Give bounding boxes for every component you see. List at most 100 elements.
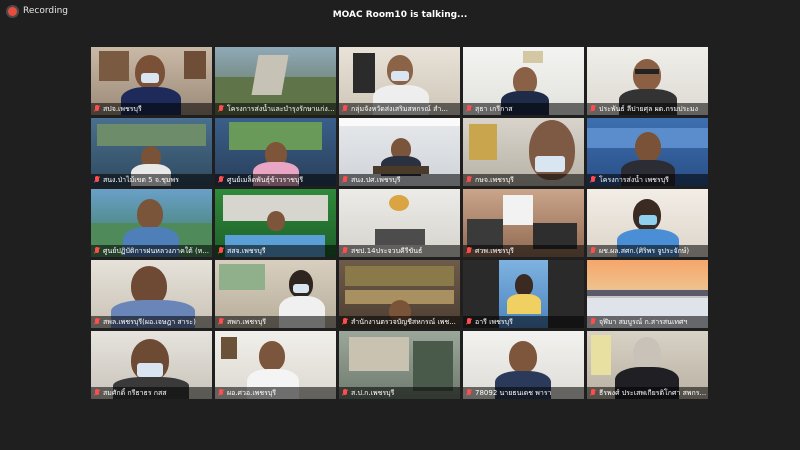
participant-tile[interactable]: สปจ.เพชรบุรี: [91, 47, 212, 115]
participant-tile[interactable]: สนง.ปศ.เพชรบุรี: [339, 118, 460, 186]
mic-muted-icon: [590, 105, 596, 113]
participant-name-bar: สสจ.เพชรบุรี: [215, 245, 336, 257]
mic-muted-icon: [94, 105, 100, 113]
participant-name-bar: สุธา เกรีกาส: [463, 103, 584, 115]
participant-tile[interactable]: กษจ.เพชรบุรี: [463, 118, 584, 186]
participant-name: กลุ่มจังหวัดส่งเสริมสหกรณ์ สำ...: [351, 104, 448, 113]
participant-name: ศูนย์เมล็ดพันธุ์ข้าวราชบุรี: [227, 175, 304, 184]
participant-tile[interactable]: สนง.ป่าไม้เขต 5 จ.ชุมพร: [91, 118, 212, 186]
participant-name: สมศักดิ์ กรีธาธร กสส: [103, 388, 167, 397]
participant-name-bar: ผช.ผล.สศก.(ศิริพร จูประจักษ์): [587, 245, 708, 257]
participant-name: ศูนย์ปฏิบัติการฝนหลวงภาคใต้ (ห...: [103, 246, 209, 255]
participant-tile[interactable]: ศูนย์ปฏิบัติการฝนหลวงภาคใต้ (ห...: [91, 189, 212, 257]
participant-tile[interactable]: ธีรพงศ์ ประเสพเกียรติโกศา สพกร...: [587, 331, 708, 399]
participant-name: โครงการส่งน้ำและบำรุงรักษาแก่งก...: [227, 104, 336, 113]
participant-name: สสจ.เพชรบุรี: [227, 246, 266, 255]
mic-muted-icon: [342, 318, 348, 326]
participant-tile[interactable]: อารี เพชรบุรี: [463, 260, 584, 328]
participant-name: ผอ.ศวอ.เพชรบุรี: [227, 388, 277, 397]
mic-muted-icon: [466, 318, 472, 326]
mic-muted-icon: [342, 247, 348, 255]
mic-muted-icon: [94, 318, 100, 326]
participant-name-bar: สพล.เพชรบุรี(ผอ.เจษฎา สาระ): [91, 316, 212, 328]
participant-name: สพล.เพชรบุรี(ผอ.เจษฎา สาระ): [103, 317, 196, 326]
mic-muted-icon: [342, 105, 348, 113]
mic-muted-icon: [218, 247, 224, 255]
participant-name: สปจ.เพชรบุรี: [103, 104, 142, 113]
participant-tile[interactable]: โครงการส่งน้ำและบำรุงรักษาแก่งก...: [215, 47, 336, 115]
participant-tile[interactable]: สพก.เพชรบุรี: [215, 260, 336, 328]
participant-tile[interactable]: ศูนย์เมล็ดพันธุ์ข้าวราชบุรี: [215, 118, 336, 186]
participant-name: สำนักงานตรวจบัญชีสหกรณ์ เพช...: [351, 317, 456, 326]
participant-tile[interactable]: ผอ.ศวอ.เพชรบุรี: [215, 331, 336, 399]
participant-tile[interactable]: ประพันธ์ ลีปายศุล ผต.กรมประมง: [587, 47, 708, 115]
participant-name-bar: ผอ.ศวอ.เพชรบุรี: [215, 387, 336, 399]
participant-tile[interactable]: สุธา เกรีกาส: [463, 47, 584, 115]
participant-name-bar: จุฬิมา สมบูรณ์ ก.สารสนเทศฯ: [587, 316, 708, 328]
participant-name-bar: ประพันธ์ ลีปายศุล ผต.กรมประมง: [587, 103, 708, 115]
participant-name-bar: โครงการส่งน้ำและบำรุงรักษาแก่งก...: [215, 103, 336, 115]
participant-name: สนง.ปศ.เพชรบุรี: [351, 175, 401, 184]
participant-name-bar: สชป.14ประจวบคีรีขันธ์: [339, 245, 460, 257]
participant-name-bar: สมศักดิ์ กรีธาธร กสส: [91, 387, 212, 399]
participant-name: จุฬิมา สมบูรณ์ ก.สารสนเทศฯ: [599, 317, 688, 326]
mic-muted-icon: [218, 318, 224, 326]
active-speaker-label: MOAC Room10 is talking...: [332, 10, 468, 20]
participant-name-bar: ธีรพงศ์ ประเสพเกียรติโกศา สพกร...: [587, 387, 708, 399]
mic-muted-icon: [342, 176, 348, 184]
participant-name: อารี เพชรบุรี: [475, 317, 513, 326]
participant-name-bar: อารี เพชรบุรี: [463, 316, 584, 328]
mic-muted-icon: [218, 105, 224, 113]
participant-name: 78092 นายธนเดช พารา: [475, 388, 552, 397]
participant-name-bar: กลุ่มจังหวัดส่งเสริมสหกรณ์ สำ...: [339, 103, 460, 115]
participant-tile[interactable]: สชป.14ประจวบคีรีขันธ์: [339, 189, 460, 257]
mic-muted-icon: [218, 389, 224, 397]
mic-muted-icon: [466, 105, 472, 113]
mic-muted-icon: [466, 176, 472, 184]
participant-name: สนง.ป่าไม้เขต 5 จ.ชุมพร: [103, 175, 179, 184]
participant-name-bar: สปจ.เพชรบุรี: [91, 103, 212, 115]
participant-tile[interactable]: กลุ่มจังหวัดส่งเสริมสหกรณ์ สำ...: [339, 47, 460, 115]
participant-name-bar: สำนักงานตรวจบัญชีสหกรณ์ เพช...: [339, 316, 460, 328]
mic-muted-icon: [218, 176, 224, 184]
participant-name: กษจ.เพชรบุรี: [475, 175, 514, 184]
participant-name: ธีรพงศ์ ประเสพเกียรติโกศา สพกร...: [599, 388, 707, 397]
top-bar: Recording MOAC Room10 is talking...: [0, 0, 800, 30]
participant-tile[interactable]: 78092 นายธนเดช พารา: [463, 331, 584, 399]
participant-tile[interactable]: สมศักดิ์ กรีธาธร กสส: [91, 331, 212, 399]
participant-name-bar: ศูนย์ปฏิบัติการฝนหลวงภาคใต้ (ห...: [91, 245, 212, 257]
participant-tile[interactable]: สำนักงานตรวจบัญชีสหกรณ์ เพช...: [339, 260, 460, 328]
mic-muted-icon: [94, 389, 100, 397]
mic-muted-icon: [94, 176, 100, 184]
participant-name-bar: สพก.เพชรบุรี: [215, 316, 336, 328]
mic-muted-icon: [590, 318, 596, 326]
participant-name: ผช.ผล.สศก.(ศิริพร จูประจักษ์): [599, 246, 690, 255]
participant-tile[interactable]: สพล.เพชรบุรี(ผอ.เจษฎา สาระ): [91, 260, 212, 328]
participant-name-bar: สนง.ปศ.เพชรบุรี: [339, 174, 460, 186]
participant-name: ศวพ.เพชรบุรี: [475, 246, 514, 255]
mic-muted-icon: [590, 176, 596, 184]
participant-tile[interactable]: ส.ป.ก.เพชรบุรี: [339, 331, 460, 399]
mic-muted-icon: [466, 389, 472, 397]
participant-tile[interactable]: สสจ.เพชรบุรี: [215, 189, 336, 257]
participant-name: สชป.14ประจวบคีรีขันธ์: [351, 246, 423, 255]
participant-name: สุธา เกรีกาส: [475, 104, 513, 113]
participant-name-bar: 78092 นายธนเดช พารา: [463, 387, 584, 399]
participant-name: ส.ป.ก.เพชรบุรี: [351, 388, 395, 397]
participant-name-bar: ศูนย์เมล็ดพันธุ์ข้าวราชบุรี: [215, 174, 336, 186]
participant-name-bar: โครงการส่งน้ำ เพชรบุรี: [587, 174, 708, 186]
participant-tile[interactable]: โครงการส่งน้ำ เพชรบุรี: [587, 118, 708, 186]
participant-tile[interactable]: จุฬิมา สมบูรณ์ ก.สารสนเทศฯ: [587, 260, 708, 328]
mic-muted-icon: [94, 247, 100, 255]
mic-muted-icon: [590, 389, 596, 397]
video-grid: สปจ.เพชรบุรี โครงการส่งน้ำและบำรุงรักษาแ…: [91, 47, 708, 399]
mic-muted-icon: [466, 247, 472, 255]
participant-name-bar: ศวพ.เพชรบุรี: [463, 245, 584, 257]
participant-tile[interactable]: ผช.ผล.สศก.(ศิริพร จูประจักษ์): [587, 189, 708, 257]
participant-name: โครงการส่งน้ำ เพชรบุรี: [599, 175, 669, 184]
participant-name-bar: กษจ.เพชรบุรี: [463, 174, 584, 186]
participant-tile[interactable]: ศวพ.เพชรบุรี: [463, 189, 584, 257]
participant-name-bar: ส.ป.ก.เพชรบุรี: [339, 387, 460, 399]
participant-name-bar: สนง.ป่าไม้เขต 5 จ.ชุมพร: [91, 174, 212, 186]
participant-name: ประพันธ์ ลีปายศุล ผต.กรมประมง: [599, 104, 699, 113]
